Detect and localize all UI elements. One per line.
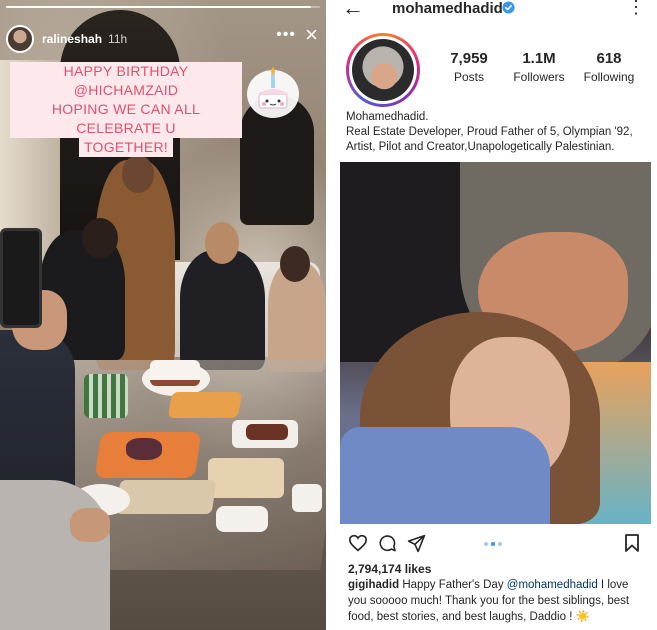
bio-name: Mohamedhadid. (346, 111, 429, 123)
carousel-dot (484, 542, 488, 546)
story-photo-pastry-tray (208, 458, 284, 498)
story-photo-plate (292, 484, 322, 512)
stat-label: Following (583, 70, 635, 84)
story-timestamp: 11h (108, 32, 128, 46)
carousel-dot (491, 542, 495, 546)
comment-icon[interactable] (378, 534, 397, 553)
caption-username[interactable]: gigihadid (348, 579, 399, 591)
caption-mention[interactable]: @mohamedhadid (507, 579, 598, 591)
story-photo-grapes (126, 438, 162, 460)
story-photo-person-head (122, 155, 154, 193)
story-progress-bar (6, 6, 320, 8)
share-icon[interactable] (407, 534, 426, 553)
story-photo-sleeve (0, 480, 110, 630)
back-arrow-icon[interactable]: ← (342, 0, 364, 19)
likes-count[interactable]: 2,794,174 likes (348, 562, 431, 576)
verified-badge-icon (502, 1, 515, 14)
profile-username: mohamedhadid (392, 0, 503, 17)
stat-followers[interactable]: 1.1M Followers (504, 50, 574, 84)
stat-posts[interactable]: 7,959 Posts (434, 50, 504, 84)
panel-divider (326, 0, 334, 630)
story-photo-person-head (82, 218, 118, 258)
story-caption-line: HAPPY BIRTHDAY @HICHAMZAID (10, 62, 242, 100)
carousel-indicator (484, 542, 502, 546)
stat-following[interactable]: 618 Following (574, 50, 644, 84)
story-photo-bottles (84, 374, 128, 418)
close-icon[interactable]: × (305, 22, 318, 48)
story-photo-plate (216, 506, 268, 532)
post-image[interactable] (340, 162, 651, 524)
profile-avatar-image (352, 39, 414, 101)
story-caption-line: HOPING WE CAN ALL CELEBRATE U (10, 100, 242, 138)
more-horizontal-icon[interactable]: ••• (276, 26, 296, 44)
story-photo-person-head (280, 246, 310, 282)
stat-label: Posts (453, 70, 484, 84)
story-view[interactable]: ralineshah 11h ••• × HAPPY BIRTHDAY @HIC… (0, 0, 326, 630)
stat-value: 7,959 (450, 50, 488, 67)
stat-value: 618 (596, 50, 622, 67)
story-progress-fill (6, 6, 311, 8)
bookmark-icon[interactable] (625, 534, 639, 552)
profile-header: ← mohamedhadid ⋮ (334, 0, 657, 19)
story-photo-nuts-tray (115, 480, 217, 514)
story-caption: HAPPY BIRTHDAY @HICHAMZAID HOPING WE CAN… (10, 62, 242, 157)
carousel-dot (498, 542, 502, 546)
birthday-cake-sticker[interactable] (245, 64, 301, 120)
bio-text: Real Estate Developer, Proud Father of 5… (346, 126, 633, 153)
post-actions (334, 532, 657, 558)
post-caption: gigihadid Happy Father's Day @mohamedhad… (348, 577, 648, 625)
profile-stats: 7,959 Posts 1.1M Followers 618 Following (434, 50, 644, 84)
caption-text: Happy Father's Day (402, 579, 507, 591)
story-photo-phone (0, 228, 42, 328)
profile-bio: Mohamedhadid. Real Estate Developer, Pro… (346, 110, 651, 155)
story-photo-dates (246, 424, 288, 440)
story-caption-line: TOGETHER! (78, 138, 174, 157)
stat-value: 1.1M (522, 50, 556, 67)
story-photo-person (180, 250, 265, 370)
story-photo-hand (70, 508, 110, 542)
story-photo-person-head (205, 222, 239, 264)
heart-icon[interactable] (348, 534, 368, 552)
post-photo-woman-shirt (340, 427, 550, 524)
profile-avatar[interactable] (346, 33, 420, 107)
profile-view: ← mohamedhadid ⋮ 7,959 Posts 1.1M Follow… (334, 0, 657, 630)
stat-label: Followers (513, 70, 565, 84)
story-username[interactable]: ralineshah (42, 32, 102, 46)
story-photo-cake (150, 360, 200, 386)
profile-avatar-border (349, 36, 417, 104)
story-photo-fruit-tray (167, 392, 243, 418)
story-header: ralineshah 11h ••• × (6, 22, 320, 56)
story-avatar[interactable] (6, 25, 34, 53)
more-vertical-icon[interactable]: ⋮ (627, 0, 645, 16)
